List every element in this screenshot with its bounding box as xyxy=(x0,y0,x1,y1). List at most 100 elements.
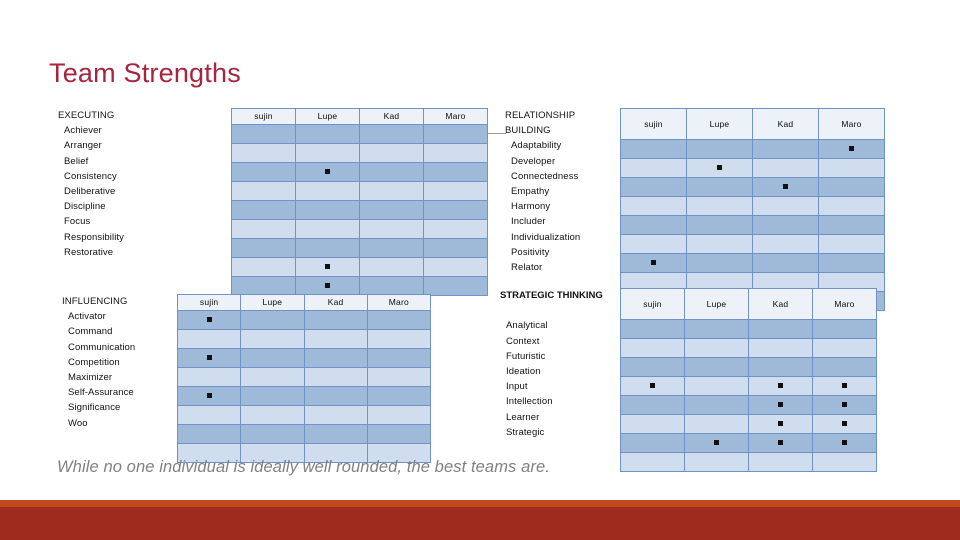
grid-cell[interactable] xyxy=(812,432,877,453)
grid-cell[interactable] xyxy=(620,356,685,377)
grid-cell[interactable] xyxy=(231,237,296,258)
grid-cell[interactable] xyxy=(748,318,813,339)
grid-cell[interactable] xyxy=(748,337,813,358)
grid-cell[interactable] xyxy=(231,199,296,220)
grid-cell[interactable] xyxy=(818,138,885,159)
grid-cell[interactable] xyxy=(295,237,360,258)
grid-cell[interactable] xyxy=(686,176,753,197)
column-header-kad[interactable]: Kad xyxy=(748,288,813,320)
grid-cell[interactable] xyxy=(686,157,753,178)
grid-cell[interactable] xyxy=(684,356,749,377)
column-header-kad[interactable]: Kad xyxy=(752,108,819,140)
grid-cell[interactable] xyxy=(359,256,424,277)
grid-cell[interactable] xyxy=(303,404,368,425)
grid-cell[interactable] xyxy=(818,157,885,178)
grid-cell[interactable] xyxy=(359,237,424,258)
grid-cell[interactable] xyxy=(231,123,296,144)
grid-cell[interactable] xyxy=(423,123,488,144)
grid-cell[interactable] xyxy=(303,366,368,387)
grid-cell[interactable] xyxy=(295,123,360,144)
grid-cell[interactable] xyxy=(752,214,819,235)
grid-cell[interactable] xyxy=(812,413,877,434)
grid-cell[interactable] xyxy=(748,394,813,415)
grid-cell[interactable] xyxy=(620,394,685,415)
grid-cell[interactable] xyxy=(231,275,296,296)
grid-cell[interactable] xyxy=(752,195,819,216)
column-header-sujin[interactable]: sujin xyxy=(620,108,687,140)
grid-cell[interactable] xyxy=(423,275,488,296)
grid-cell[interactable] xyxy=(752,138,819,159)
grid-cell[interactable] xyxy=(423,180,488,201)
grid-cell[interactable] xyxy=(752,176,819,197)
grid-cell[interactable] xyxy=(818,195,885,216)
grid-cell[interactable] xyxy=(686,233,753,254)
column-header-kad[interactable]: Kad xyxy=(359,108,424,125)
grid-cell[interactable] xyxy=(620,138,687,159)
grid-cell[interactable] xyxy=(231,142,296,163)
grid-cell[interactable] xyxy=(359,142,424,163)
grid-cell[interactable] xyxy=(366,404,432,425)
grid-cell[interactable] xyxy=(231,256,296,277)
grid-cell[interactable] xyxy=(752,157,819,178)
grid-cell[interactable] xyxy=(818,233,885,254)
grid-cell[interactable] xyxy=(303,385,368,406)
grid-cell[interactable] xyxy=(684,318,749,339)
grid-cell[interactable] xyxy=(295,199,360,220)
column-header-lupe[interactable]: Lupe xyxy=(240,294,305,311)
grid-cell[interactable] xyxy=(818,176,885,197)
grid-cell[interactable] xyxy=(684,413,749,434)
grid-cell[interactable] xyxy=(366,347,432,368)
grid-cell[interactable] xyxy=(295,142,360,163)
column-header-sujin[interactable]: sujin xyxy=(231,108,296,125)
grid-cell[interactable] xyxy=(295,256,360,277)
grid-cell[interactable] xyxy=(359,123,424,144)
grid-cell[interactable] xyxy=(240,328,305,349)
grid-cell[interactable] xyxy=(684,432,749,453)
grid-cell[interactable] xyxy=(366,385,432,406)
grid-cell[interactable] xyxy=(684,394,749,415)
grid-cell[interactable] xyxy=(240,366,305,387)
grid-cell[interactable] xyxy=(818,252,885,273)
grid-cell[interactable] xyxy=(240,309,305,330)
grid-cell[interactable] xyxy=(359,218,424,239)
column-header-lupe[interactable]: Lupe xyxy=(686,108,753,140)
grid-cell[interactable] xyxy=(231,180,296,201)
grid-cell[interactable] xyxy=(366,328,432,349)
grid-cell[interactable] xyxy=(423,161,488,182)
grid-cell[interactable] xyxy=(176,347,242,368)
grid-cell[interactable] xyxy=(423,142,488,163)
grid-cell[interactable] xyxy=(812,318,877,339)
grid-cell[interactable] xyxy=(812,337,877,358)
grid-cell[interactable] xyxy=(620,375,685,396)
grid-cell[interactable] xyxy=(748,356,813,377)
grid-cell[interactable] xyxy=(684,375,749,396)
grid-cell[interactable] xyxy=(620,157,687,178)
grid-cell[interactable] xyxy=(423,199,488,220)
grid-cell[interactable] xyxy=(231,161,296,182)
grid-cell[interactable] xyxy=(812,356,877,377)
grid-cell[interactable] xyxy=(620,252,687,273)
grid-cell[interactable] xyxy=(620,318,685,339)
grid-cell[interactable] xyxy=(359,275,424,296)
grid-cell[interactable] xyxy=(818,214,885,235)
grid-cell[interactable] xyxy=(686,138,753,159)
column-header-sujin[interactable]: sujin xyxy=(176,294,242,311)
grid-cell[interactable] xyxy=(748,413,813,434)
grid-cell[interactable] xyxy=(620,432,685,453)
grid-cell[interactable] xyxy=(359,161,424,182)
grid-cell[interactable] xyxy=(752,233,819,254)
grid-cell[interactable] xyxy=(295,161,360,182)
grid-cell[interactable] xyxy=(176,423,242,444)
grid-cell[interactable] xyxy=(812,451,877,472)
grid-cell[interactable] xyxy=(303,309,368,330)
grid-cell[interactable] xyxy=(684,337,749,358)
grid-cell[interactable] xyxy=(748,451,813,472)
grid-cell[interactable] xyxy=(752,252,819,273)
grid-cell[interactable] xyxy=(686,214,753,235)
column-header-maro[interactable]: Maro xyxy=(812,288,877,320)
grid-cell[interactable] xyxy=(359,199,424,220)
grid-cell[interactable] xyxy=(423,256,488,277)
grid-cell[interactable] xyxy=(176,309,242,330)
grid-cell[interactable] xyxy=(303,347,368,368)
grid-cell[interactable] xyxy=(295,218,360,239)
